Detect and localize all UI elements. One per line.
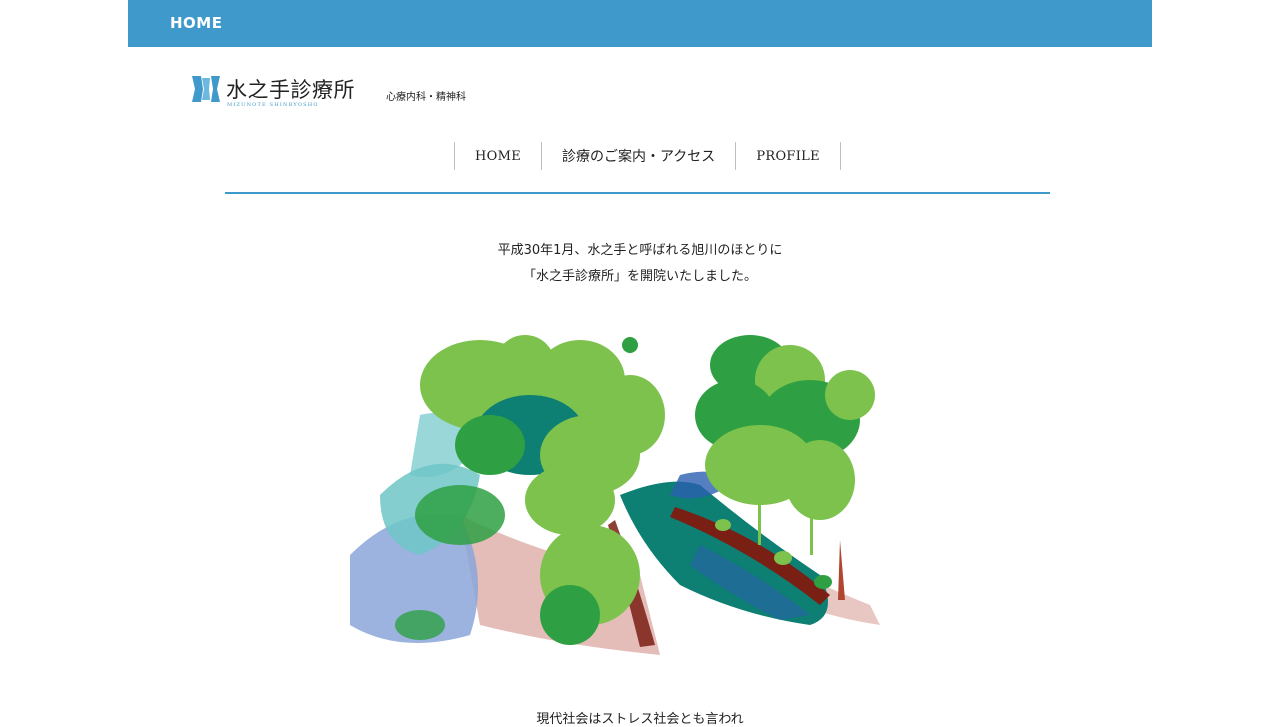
clinic-logo-icon[interactable] (192, 76, 220, 102)
intro-line-2: 「水之手診療所」を開院いたしました。 (522, 269, 757, 284)
hero-illustration (350, 335, 880, 655)
top-bar: HOME (128, 0, 1152, 47)
top-home-link[interactable]: HOME (170, 14, 222, 32)
body-text-partial: 現代社会はストレス社会とも言われ (536, 712, 744, 727)
nav-item-access[interactable]: 診療のご案内・アクセス (542, 142, 737, 170)
clinic-tagline: 心療内科・精神科 (386, 92, 466, 103)
nav-item-profile[interactable]: PROFILE (736, 142, 841, 170)
clinic-name[interactable]: 水之手診療所 (226, 74, 355, 104)
intro-line-1: 平成30年1月、水之手と呼ばれる旭川のほとりに (497, 243, 783, 258)
header-divider (225, 192, 1050, 194)
main-nav: HOME 診療のご案内・アクセス PROFILE (454, 142, 841, 170)
nav-item-home[interactable]: HOME (455, 142, 542, 170)
clinic-name-romaji: MIZUNOTE SHINRYOSHO (227, 102, 319, 108)
intro-text: 平成30年1月、水之手と呼ばれる旭川のほとりに 「水之手診療所」を開院いたしまし… (0, 238, 1280, 290)
